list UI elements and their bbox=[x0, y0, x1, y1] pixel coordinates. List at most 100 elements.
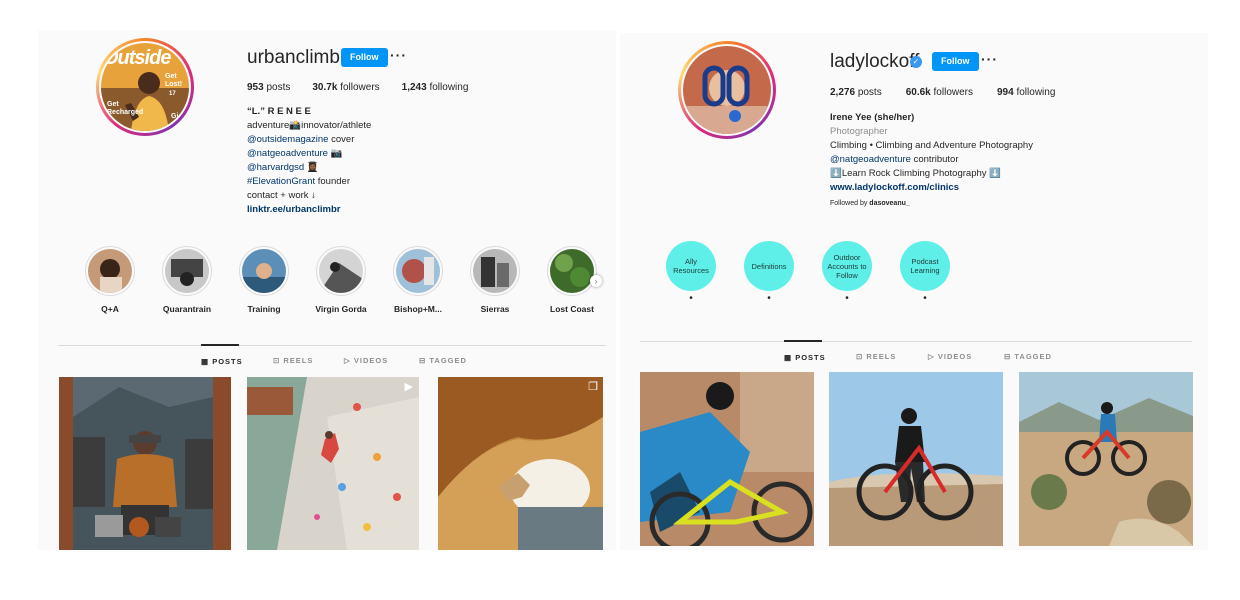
hashtag-link[interactable]: #ElevationGrant bbox=[247, 176, 315, 187]
magazine-cover-line: SI bbox=[173, 123, 180, 130]
profile-avatar[interactable]: Outside Get Lost! 17 Get Recharged Gi SI bbox=[96, 38, 194, 136]
highlight-cover-image bbox=[165, 249, 209, 293]
highlight-label: • bbox=[845, 293, 849, 304]
posts-count: 953 posts bbox=[247, 82, 291, 93]
bio: Irene Yee (she/her) Photographer Climbin… bbox=[830, 111, 1033, 211]
following-count[interactable]: 1,243 following bbox=[402, 82, 469, 93]
post-image bbox=[59, 377, 231, 550]
more-options-icon[interactable]: ··· bbox=[981, 51, 998, 67]
more-options-icon[interactable]: ··· bbox=[390, 47, 407, 63]
highlight-label: Quarantrain bbox=[162, 304, 212, 314]
tab-tagged[interactable]: ⊟ TAGGED bbox=[1004, 352, 1052, 361]
story-highlight[interactable]: Training bbox=[229, 246, 299, 314]
story-highlight[interactable]: Definitions • bbox=[734, 241, 804, 304]
post-thumbnail[interactable] bbox=[829, 372, 1003, 546]
grid-icon: ▦ bbox=[201, 357, 210, 366]
post-image bbox=[438, 377, 603, 550]
magazine-cover-line: Get Recharged bbox=[107, 101, 144, 116]
post-thumbnail[interactable] bbox=[640, 372, 814, 546]
highlight-cover-image bbox=[88, 249, 132, 293]
magazine-title: Outside bbox=[103, 47, 171, 69]
bio: “L.” R E N E E adventure📸innovator/athle… bbox=[247, 106, 372, 217]
story-highlight[interactable]: Q+A bbox=[75, 246, 145, 314]
story-highlight[interactable]: Podcast Learning • bbox=[890, 241, 960, 304]
tab-reels[interactable]: ⊡ REELS bbox=[856, 352, 896, 361]
following-count[interactable]: 994 following bbox=[997, 87, 1055, 98]
bio-line: Climbing • Climbing and Adventure Photog… bbox=[830, 140, 1033, 151]
magazine-cover-line: Gi bbox=[171, 113, 179, 120]
post-thumbnail[interactable]: ▶ bbox=[247, 377, 419, 550]
reel-icon: ▶ bbox=[404, 381, 413, 393]
mention-link[interactable]: @harvardgsd bbox=[247, 162, 304, 173]
story-highlight[interactable]: Quarantrain bbox=[152, 246, 222, 314]
follow-button[interactable]: Follow bbox=[341, 48, 388, 67]
followers-count[interactable]: 60.6k followers bbox=[906, 87, 973, 98]
followed-by[interactable]: Followed by dasoveanu_ bbox=[830, 197, 1033, 211]
highlight-cover-image bbox=[396, 249, 440, 293]
story-highlight[interactable]: Ally Resources • bbox=[656, 241, 726, 304]
active-tab-indicator bbox=[201, 344, 239, 346]
multi-image-icon: ❐ bbox=[588, 381, 598, 393]
bio-line: adventure📸innovator/athlete bbox=[247, 120, 372, 131]
highlights-next-arrow-icon[interactable]: › bbox=[590, 275, 602, 287]
highlight-label: Virgin Gorda bbox=[315, 304, 367, 314]
tab-posts[interactable]: ▦ POSTS bbox=[784, 353, 826, 362]
tabs-divider bbox=[640, 341, 1192, 342]
videos-icon: ▷ bbox=[928, 352, 935, 361]
story-highlight[interactable]: Virgin Gorda bbox=[306, 246, 376, 314]
highlight-label: Lost Coast bbox=[550, 304, 594, 314]
post-thumbnail[interactable]: ❐ bbox=[438, 377, 603, 550]
reels-icon: ⊡ bbox=[273, 356, 281, 365]
tab-tagged[interactable]: ⊟ TAGGED bbox=[419, 356, 467, 365]
follow-button[interactable]: Follow bbox=[932, 52, 979, 71]
highlight-label: Sierras bbox=[480, 304, 510, 314]
story-highlight[interactable]: Outdoor Accounts to Follow • bbox=[812, 241, 882, 304]
highlight-label: Bishop+M... bbox=[394, 304, 442, 314]
profile-panel-ladylockoff: ladylockoff ✓ Follow ··· 2,276 posts 60.… bbox=[620, 33, 1208, 550]
magazine-cover-number: 17 bbox=[169, 91, 176, 97]
mention-link[interactable]: @natgeoadventure bbox=[247, 148, 328, 159]
profile-stats: 953 posts 30.7k followers 1,243 followin… bbox=[247, 82, 468, 93]
post-image bbox=[829, 372, 1003, 546]
highlight-cover-image bbox=[319, 249, 363, 293]
post-image bbox=[247, 377, 419, 550]
magazine-cover-line: Get Lost! bbox=[165, 73, 183, 88]
mention-link[interactable]: @outsidemagazine bbox=[247, 134, 328, 145]
bio-line: contact + work ↓ bbox=[247, 190, 316, 201]
post-image bbox=[640, 372, 814, 546]
highlight-cover-image bbox=[242, 249, 286, 293]
highlight-cover: Outdoor Accounts to Follow bbox=[822, 241, 872, 291]
display-name: “L.” R E N E E bbox=[247, 106, 311, 117]
highlight-cover-image bbox=[473, 249, 517, 293]
post-image bbox=[1019, 372, 1193, 546]
highlight-label: Training bbox=[247, 304, 281, 314]
post-thumbnail[interactable] bbox=[1019, 372, 1193, 546]
story-highlight[interactable]: Bishop+M... bbox=[383, 246, 453, 314]
avatar-image bbox=[683, 46, 771, 134]
tab-posts[interactable]: ▦ POSTS bbox=[201, 357, 243, 366]
story-highlight[interactable]: Sierras bbox=[460, 246, 530, 314]
tab-videos[interactable]: ▷ VIDEOS bbox=[344, 356, 388, 365]
post-thumbnail[interactable] bbox=[59, 377, 231, 550]
tabs-divider bbox=[58, 345, 606, 346]
highlight-label: Q+A bbox=[101, 304, 119, 314]
highlight-label: • bbox=[923, 293, 927, 304]
followers-count[interactable]: 30.7k followers bbox=[312, 82, 379, 93]
mention-link[interactable]: @natgeoadventure bbox=[830, 154, 911, 165]
highlight-cover: Podcast Learning bbox=[900, 241, 950, 291]
tab-videos[interactable]: ▷ VIDEOS bbox=[928, 352, 972, 361]
highlight-label: • bbox=[767, 293, 771, 304]
profile-panel-urbanclimbr: Outside Get Lost! 17 Get Recharged Gi SI… bbox=[38, 30, 616, 550]
highlight-cover: Ally Resources bbox=[666, 241, 716, 291]
tab-reels[interactable]: ⊡ REELS bbox=[273, 356, 313, 365]
verified-badge-icon: ✓ bbox=[910, 56, 922, 68]
profile-avatar[interactable] bbox=[678, 41, 776, 139]
highlight-label: • bbox=[689, 293, 693, 304]
highlight-cover: Definitions bbox=[744, 241, 794, 291]
website-link[interactable]: linktr.ee/urbanclimbr bbox=[247, 203, 371, 217]
website-link[interactable]: www.ladylockoff.com/clinics bbox=[830, 181, 1033, 195]
category-label: Photographer bbox=[830, 126, 888, 137]
videos-icon: ▷ bbox=[344, 356, 351, 365]
highlight-cover-image bbox=[550, 249, 594, 293]
username: ladylockoff bbox=[830, 51, 920, 72]
